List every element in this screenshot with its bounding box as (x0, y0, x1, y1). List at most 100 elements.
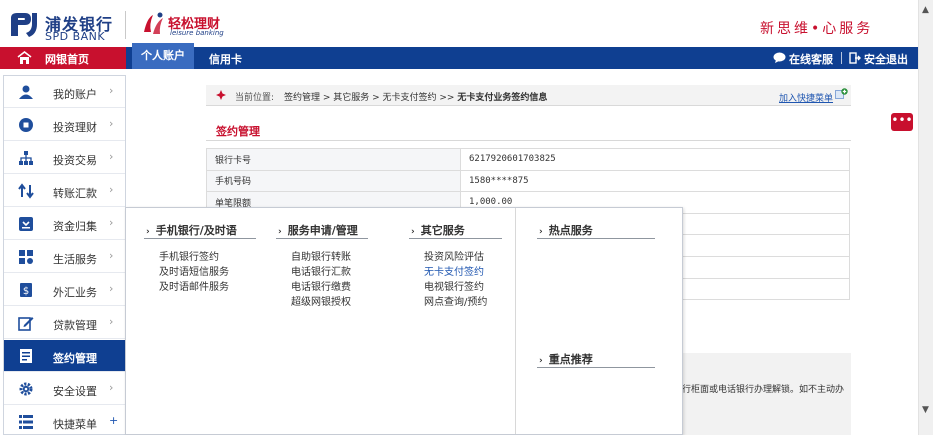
chevron-right-icon: › (146, 227, 150, 237)
chevron-right-icon: › (109, 249, 114, 262)
menu-link[interactable]: 电视银行签约 (409, 280, 502, 295)
menu-link[interactable]: 自助银行转账 (276, 250, 368, 265)
chevron-right-icon: › (109, 315, 114, 328)
section-title: 签约管理 (216, 125, 260, 138)
bank-name-en: SPD BANK (45, 30, 106, 43)
chevron-right-icon: › (109, 282, 114, 295)
chevron-right-icon: › (109, 381, 114, 394)
network-icon (19, 151, 33, 165)
row-label: 手机号码 (206, 169, 461, 193)
sidebar-item-forex[interactable]: $ 外汇业务 › (4, 274, 125, 306)
recommend-title: › 重点推荐 (537, 351, 655, 368)
sidebar-item-label: 贷款管理 (53, 319, 97, 332)
menu-link[interactable]: 投资风险评估 (409, 250, 502, 265)
main-navbar: 网银首页 个人账户 信用卡 在线客服 安全退出 (0, 43, 918, 69)
chevron-right-icon: › (411, 227, 415, 237)
menu-column-service: › 服务申请/管理 自助银行转账 电话银行汇款 电话银行缴费 超级网银授权 (276, 222, 368, 310)
sidebar-item-trading[interactable]: 投资交易 › (4, 142, 125, 174)
recommend-panel: › 重点推荐 (537, 351, 655, 368)
sidebar-item-transfer[interactable]: 转账汇款 › (4, 175, 125, 207)
tab-credit-card[interactable]: 信用卡 (209, 51, 242, 67)
row-label: 银行卡号 (206, 148, 461, 171)
scroll-down-arrow-icon[interactable]: ▼ (922, 405, 929, 415)
chevron-right-icon: › (109, 117, 114, 130)
add-to-shortcut-link[interactable]: 加入快捷菜单 (779, 91, 833, 104)
table-row: 手机号码 1580****875 (206, 169, 850, 193)
sidebar-item-loan[interactable]: 贷款管理 › (4, 307, 125, 339)
chevron-right-icon: › (278, 227, 282, 237)
hot-services-panel: › 热点服务 (537, 222, 655, 239)
sidebar-item-label: 转账汇款 (53, 187, 97, 200)
nav-separator (841, 52, 842, 64)
breadcrumb-label: 当前位置: (235, 93, 275, 103)
leisure-banking-logo-icon (144, 12, 163, 34)
chevron-right-icon: › (109, 216, 114, 229)
life-service-icon (19, 250, 33, 264)
location-diamond-icon (216, 90, 226, 100)
chevron-right-icon: › (109, 150, 114, 163)
tab-personal-account[interactable]: 个人账户 (132, 43, 194, 69)
sidebar-item-my-account[interactable]: 我的账户 › (4, 76, 125, 108)
gear-icon (19, 382, 33, 396)
menu-link[interactable]: 电话银行汇款 (276, 265, 368, 280)
logout-icon (849, 52, 861, 64)
menu-column-title: › 服务申请/管理 (276, 222, 368, 239)
notice-text: 行柜面或电话银行办理解锁。如不主动办 (682, 385, 845, 395)
chevron-right-icon: › (539, 227, 543, 237)
scrollbar[interactable]: ▲ ▼ (918, 0, 933, 435)
section-divider (206, 140, 851, 141)
chevron-right-icon: › (539, 356, 543, 366)
record-icon (19, 118, 33, 132)
menu-column-title: › 手机银行/及时语 (144, 222, 256, 239)
add-shortcut-icon[interactable] (835, 88, 848, 101)
slogan: 新思维•心服务 (760, 21, 874, 37)
forex-icon: $ (20, 283, 32, 297)
menu-link[interactable]: 电话银行缴费 (276, 280, 368, 295)
sidebar-item-investment[interactable]: 投资理财 › (4, 109, 125, 141)
scroll-up-arrow-icon[interactable]: ▲ (922, 5, 929, 15)
sidebar-item-label: 快捷菜单 (53, 418, 97, 431)
menu-column-mobile: › 手机银行/及时语 手机银行签约 及时语短信服务 及时语邮件服务 (144, 222, 256, 295)
row-value: 1580****875 (460, 169, 850, 193)
breadcrumb: 当前位置: 签约管理 > 其它服务 > 无卡支付签约 >> 无卡支付业务签约信息… (206, 85, 851, 106)
chevron-right-icon: › (109, 84, 114, 97)
sidebar-item-shortcut-menu[interactable]: 快捷菜单 + (4, 406, 125, 435)
svg-text:$: $ (23, 286, 29, 297)
home-link[interactable]: 网银首页 (0, 47, 126, 69)
menu-link[interactable]: 网点查询/预约 (409, 295, 502, 310)
spd-logo-icon (11, 13, 37, 37)
menu-link[interactable]: 及时语邮件服务 (144, 280, 256, 295)
transfer-arrows-icon (18, 183, 34, 199)
sidebar-item-security[interactable]: 安全设置 › (4, 373, 125, 405)
sidebar-item-label: 生活服务 (53, 253, 97, 266)
menu-link[interactable]: 超级网银授权 (276, 295, 368, 310)
collection-box-icon (19, 217, 33, 231)
menu-column-title: › 其它服务 (409, 222, 502, 239)
edit-icon (18, 317, 34, 331)
list-icon (19, 415, 33, 429)
chat-bubble-icon (773, 52, 786, 63)
online-service-link[interactable]: 在线客服 (789, 51, 833, 67)
sidebar-item-label: 资金归集 (53, 220, 97, 233)
sidebar-item-label: 投资交易 (53, 154, 97, 167)
menu-link[interactable]: 及时语短信服务 (144, 265, 256, 280)
breadcrumb-current: 无卡支付业务签约信息 (457, 93, 548, 103)
sidebar-item-contract[interactable]: 签约管理 (4, 340, 133, 372)
header: 浦发银行 SPD BANK 轻松理财 leisure banking 新思维•心… (0, 0, 918, 47)
sidebar-item-label: 外汇业务 (53, 286, 97, 299)
sidebar-item-life-service[interactable]: 生活服务 › (4, 241, 125, 273)
menu-link-active[interactable]: 无卡支付签约 (409, 265, 502, 280)
plus-icon: + (109, 414, 119, 427)
menu-column-other: › 其它服务 投资风险评估 无卡支付签约 电视银行签约 网点查询/预约 (409, 222, 502, 310)
chevron-right-icon: › (109, 183, 114, 196)
chat-float-button[interactable]: ••• (891, 113, 913, 131)
leisure-banking-en: leisure banking (170, 29, 224, 37)
sidebar-item-label: 投资理财 (53, 121, 97, 134)
table-row: 银行卡号 6217920601703825 (206, 148, 850, 171)
sidebar-item-fund-collection[interactable]: 资金归集 › (4, 208, 125, 240)
menu-divider (515, 208, 516, 434)
breadcrumb-trail[interactable]: 签约管理 > 其它服务 > 无卡支付签约 >> (284, 93, 457, 103)
menu-link[interactable]: 手机银行签约 (144, 250, 256, 265)
row-value: 6217920601703825 (460, 148, 850, 171)
logout-link[interactable]: 安全退出 (864, 51, 908, 67)
